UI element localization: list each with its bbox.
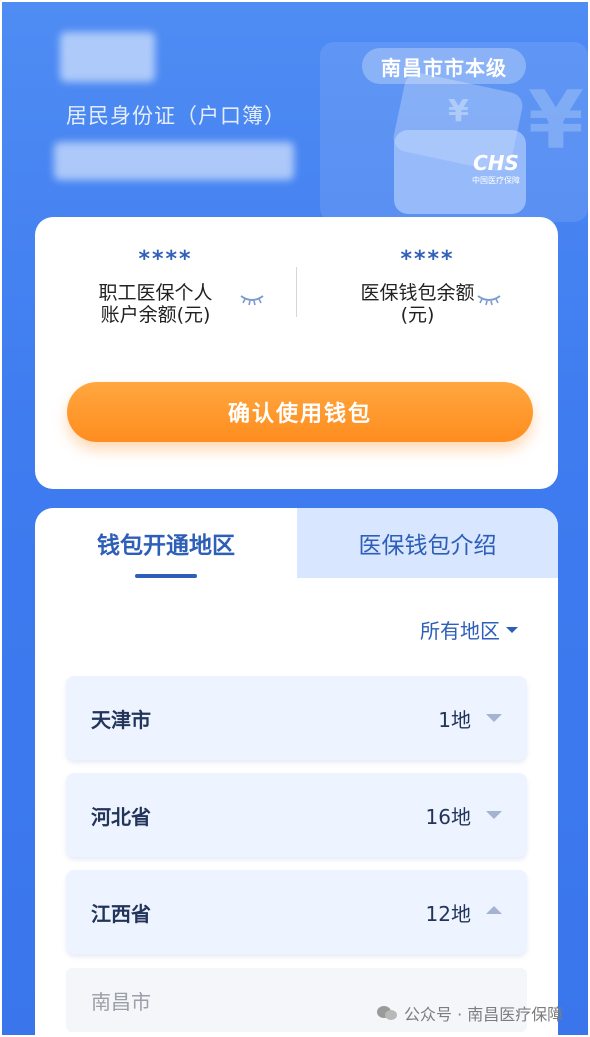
region-name: 天津市 bbox=[91, 707, 151, 732]
sub-region-name: 南昌市 bbox=[91, 989, 151, 1014]
regions-panel: 钱包开通地区 医保钱包介绍 所有地区 天津市 1地 河北省 16地 江西省 12… bbox=[35, 508, 558, 1035]
chevron-down-icon bbox=[486, 811, 502, 819]
region-name: 河北省 bbox=[91, 804, 151, 829]
wechat-icon bbox=[377, 1006, 397, 1020]
masked-id-number bbox=[54, 142, 294, 180]
balance-value-masked: **** bbox=[400, 247, 455, 272]
watermark-text: 公众号 · 南昌医疗保障 bbox=[404, 1005, 564, 1024]
caret-down-icon bbox=[506, 626, 518, 633]
masked-name bbox=[60, 32, 155, 82]
region-count: 16地 bbox=[425, 804, 471, 829]
yen-icon: ¥ bbox=[448, 94, 469, 129]
region-count: 12地 bbox=[425, 901, 471, 926]
region-row-tianjin[interactable]: 天津市 1地 bbox=[66, 676, 527, 760]
region-row-jiangxi[interactable]: 江西省 12地 bbox=[66, 870, 527, 954]
region-filter-dropdown[interactable]: 所有地区 bbox=[420, 615, 518, 644]
eye-closed-icon[interactable] bbox=[239, 293, 265, 307]
chevron-down-icon bbox=[486, 714, 502, 722]
chevron-up-icon bbox=[486, 906, 502, 914]
balance-card: **** 职工医保个人 账户余额(元) **** 医保钱包余额 (元) 确认使用… bbox=[35, 217, 558, 489]
balance-label: 医保钱包余额 (元) bbox=[360, 282, 475, 326]
region-name: 江西省 bbox=[91, 901, 151, 926]
region-row-hebei[interactable]: 河北省 16地 bbox=[66, 773, 527, 857]
region-badge[interactable]: 南昌市市本级 bbox=[362, 48, 526, 84]
watermark: 公众号 · 南昌医疗保障 bbox=[376, 1001, 563, 1025]
active-tab-indicator bbox=[135, 574, 197, 578]
app-screen: 居民身份证（户口簿） ¥ ¥ CHS 中国医疗保障 南昌市市本级 **** 职工… bbox=[2, 2, 588, 1035]
tab-wallet-regions[interactable]: 钱包开通地区 bbox=[35, 508, 297, 578]
yen-icon: ¥ bbox=[528, 74, 584, 167]
confirm-wallet-button[interactable]: 确认使用钱包 bbox=[67, 382, 533, 442]
balance-value-masked: **** bbox=[138, 247, 193, 272]
eye-closed-icon[interactable] bbox=[476, 293, 502, 307]
chs-logo: CHS 中国医疗保障 bbox=[472, 151, 520, 185]
region-count: 1地 bbox=[438, 707, 471, 732]
region-filter-label: 所有地区 bbox=[420, 619, 500, 643]
employee-account-balance: **** 职工医保个人 账户余额(元) bbox=[35, 217, 296, 326]
tab-wallet-intro[interactable]: 医保钱包介绍 bbox=[297, 508, 558, 578]
id-type-label: 居民身份证（户口簿） bbox=[66, 104, 286, 128]
wallet-balance: **** 医保钱包余额 (元) bbox=[297, 217, 558, 326]
